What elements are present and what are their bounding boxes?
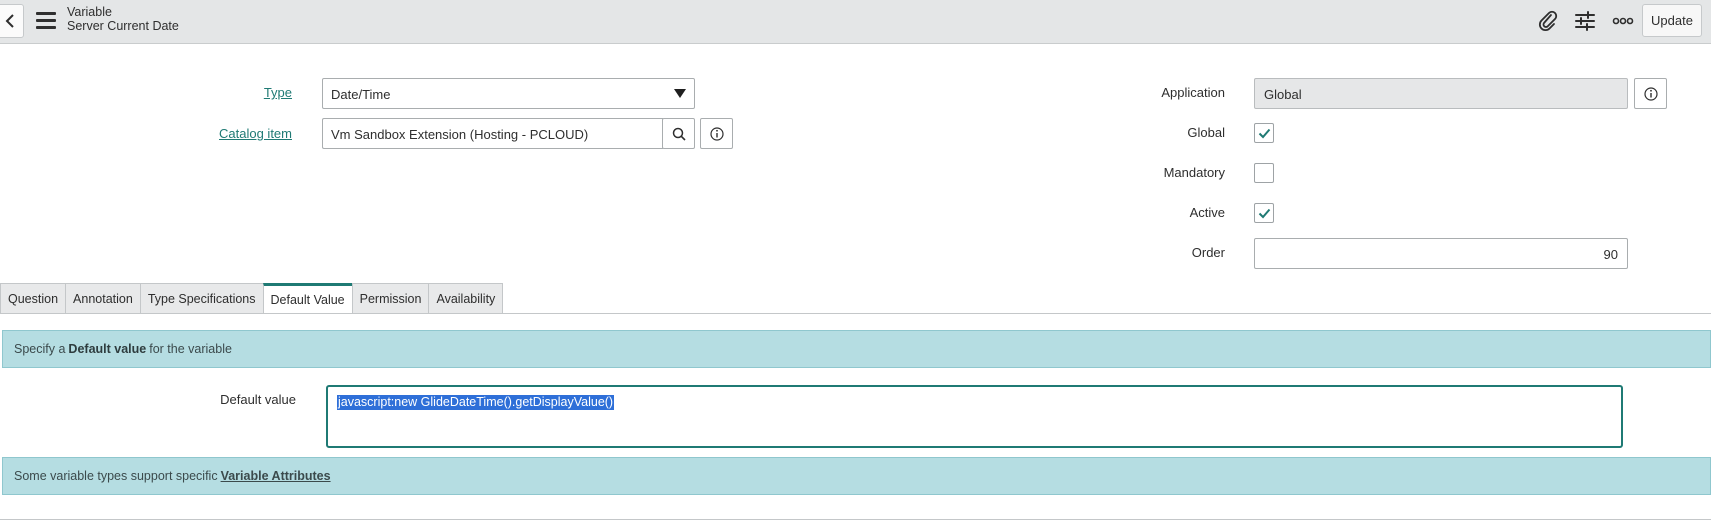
chevron-left-icon <box>5 14 14 28</box>
order-input[interactable]: 90 <box>1254 238 1628 269</box>
default-value-label: Default value <box>220 392 296 407</box>
application-info-button[interactable] <box>1634 78 1667 109</box>
page-subtitle: Server Current Date <box>67 19 179 33</box>
checkmark-icon <box>1258 208 1270 218</box>
catalog-item-lookup-button[interactable] <box>662 118 695 149</box>
sliders-icon[interactable] <box>1573 10 1597 32</box>
mandatory-checkbox[interactable] <box>1254 163 1274 183</box>
global-checkbox[interactable] <box>1254 123 1274 143</box>
global-label: Global <box>1187 125 1225 140</box>
info-icon <box>1643 86 1658 101</box>
update-button[interactable]: Update <box>1642 4 1702 37</box>
mandatory-label: Mandatory <box>1163 165 1225 180</box>
tab-permission[interactable]: Permission <box>351 283 430 314</box>
info-icon <box>709 126 724 141</box>
tab-question[interactable]: Question <box>0 283 67 314</box>
catalog-item-value: Vm Sandbox Extension (Hosting - PCLOUD) <box>331 127 589 142</box>
application-field: Global <box>1254 78 1628 109</box>
default-value-text: javascript:new GlideDateTime().getDispla… <box>337 395 615 410</box>
catalog-item-input[interactable]: Vm Sandbox Extension (Hosting - PCLOUD) <box>322 118 663 149</box>
variable-attributes-link[interactable]: Variable Attributes <box>221 469 331 483</box>
page-title: Variable <box>67 5 112 19</box>
type-select[interactable]: Date/Time <box>322 78 695 109</box>
banner-prefix: Specify a <box>14 342 66 356</box>
tab-default-value[interactable]: Default Value <box>262 283 353 314</box>
application-label: Application <box>1161 85 1225 100</box>
back-button[interactable] <box>0 4 24 38</box>
tab-availability[interactable]: Availability <box>428 283 504 314</box>
type-select-value: Date/Time <box>331 87 391 102</box>
hamburger-menu-icon[interactable] <box>36 12 56 30</box>
type-label[interactable]: Type <box>190 85 292 100</box>
bottom-divider <box>0 519 1711 520</box>
more-options-icon[interactable] <box>1611 10 1635 32</box>
tab-divider <box>0 313 1711 314</box>
active-checkbox[interactable] <box>1254 203 1274 223</box>
application-value: Global <box>1264 87 1302 102</box>
catalog-item-info-button[interactable] <box>700 118 733 149</box>
paperclip-icon[interactable] <box>1536 10 1560 32</box>
search-icon <box>672 127 686 141</box>
section-tabs: Question Annotation Type Specifications … <box>0 283 504 314</box>
tab-annotation[interactable]: Annotation <box>65 283 141 314</box>
banner-bold: Default value <box>68 342 147 356</box>
default-value-textarea[interactable]: javascript:new GlideDateTime().getDispla… <box>326 385 1623 448</box>
default-value-info-banner: Specify a Default value for the variable <box>2 330 1711 368</box>
dropdown-arrow-icon <box>674 89 686 98</box>
banner-suffix: for the variable <box>149 342 232 356</box>
checkmark-icon <box>1258 128 1270 138</box>
attr-banner-prefix: Some variable types support specific <box>14 469 218 483</box>
form-header: Variable Server Current Date Update <box>0 0 1711 44</box>
tab-type-specifications[interactable]: Type Specifications <box>139 283 264 314</box>
title-block: Variable Server Current Date <box>67 5 179 33</box>
order-value: 90 <box>1603 247 1618 262</box>
active-label: Active <box>1189 205 1225 220</box>
catalog-item-label[interactable]: Catalog item <box>150 126 292 141</box>
variable-attributes-banner: Some variable types support specific Var… <box>2 457 1711 495</box>
order-label: Order <box>1191 245 1225 260</box>
